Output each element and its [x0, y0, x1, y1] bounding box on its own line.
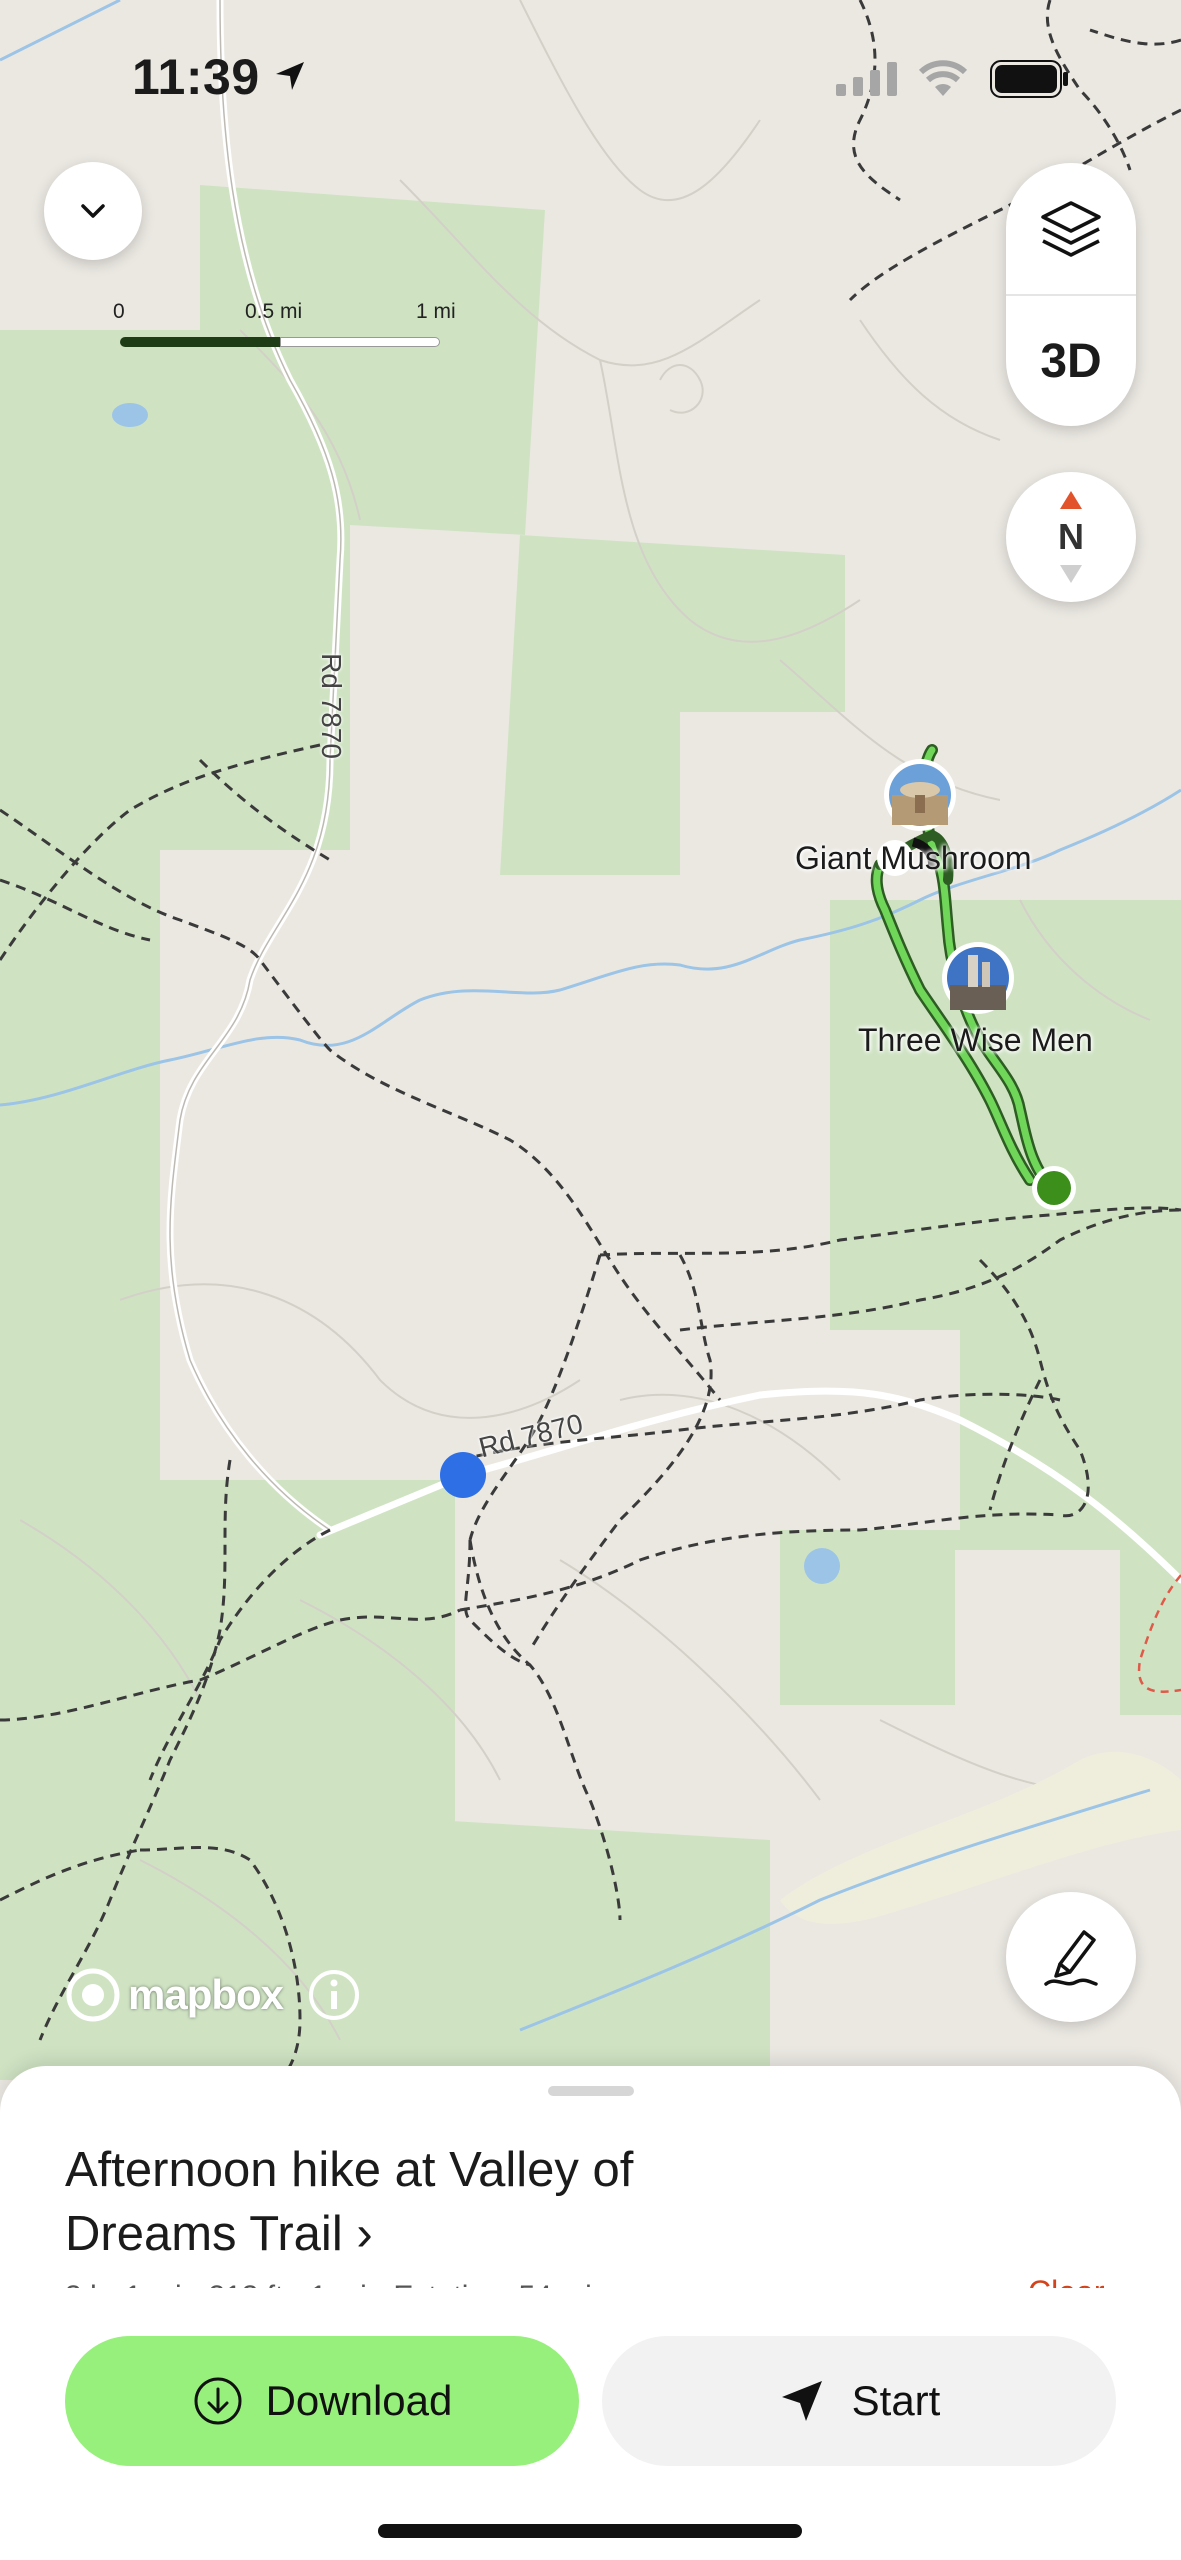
wifi-icon — [918, 60, 968, 96]
status-bar: 11:39 — [0, 0, 1181, 150]
signal-icon — [836, 62, 897, 96]
download-icon — [194, 2377, 242, 2425]
user-location-dot — [440, 1452, 486, 1498]
draw-route-button[interactable] — [1006, 1892, 1136, 2022]
scale-label-half: 0.5 mi — [245, 300, 303, 323]
poi-label-giant-mushroom[interactable]: Giant Mushroom — [795, 840, 1032, 877]
collapse-button[interactable] — [44, 162, 142, 260]
start-button[interactable]: Start — [602, 2336, 1116, 2466]
download-label: Download — [265, 2377, 453, 2424]
3d-toggle-button[interactable]: 3D — [1006, 296, 1136, 426]
battery-icon — [990, 60, 1068, 98]
scale-label-0: 0 — [113, 300, 125, 323]
mapbox-wordmark: mapbox — [128, 1971, 284, 2018]
route-title[interactable]: Afternoon hike at Valley of Dreams Trail… — [65, 2138, 765, 2266]
poi-giant-mushroom-marker — [884, 759, 956, 831]
download-button[interactable]: Download — [65, 2336, 579, 2466]
poi-label-three-wise-men[interactable]: Three Wise Men — [858, 1022, 1093, 1059]
poi-three-wise-men-marker — [942, 942, 1014, 1014]
location-arrow-icon — [276, 62, 304, 90]
action-bar: Download Start — [0, 2288, 1181, 2560]
road-label-vertical: Rd 7870 — [315, 653, 347, 759]
map-scale-bar: 0 0.5 mi 1 mi — [110, 300, 480, 360]
status-time: 11:39 — [132, 49, 260, 105]
pen-draw-icon — [1044, 1930, 1098, 1986]
layers-icon — [1041, 200, 1101, 257]
chevron-down-icon — [81, 204, 105, 218]
compass-north-label: N — [1058, 516, 1084, 557]
home-indicator — [378, 2524, 802, 2538]
start-point-marker — [1037, 1171, 1071, 1205]
navigation-arrow-icon — [781, 2381, 822, 2421]
start-label: Start — [851, 2377, 941, 2424]
info-icon[interactable] — [307, 1968, 361, 2022]
layers-button[interactable] — [1006, 163, 1136, 294]
mapbox-logo-icon — [66, 1968, 120, 2022]
scale-label-one: 1 mi — [416, 300, 456, 323]
map-controls-panel: 3D — [1006, 163, 1136, 426]
mapbox-attribution[interactable]: mapbox — [66, 1968, 361, 2022]
compass-button[interactable]: N — [1006, 472, 1136, 602]
sheet-drag-handle[interactable] — [548, 2086, 634, 2096]
